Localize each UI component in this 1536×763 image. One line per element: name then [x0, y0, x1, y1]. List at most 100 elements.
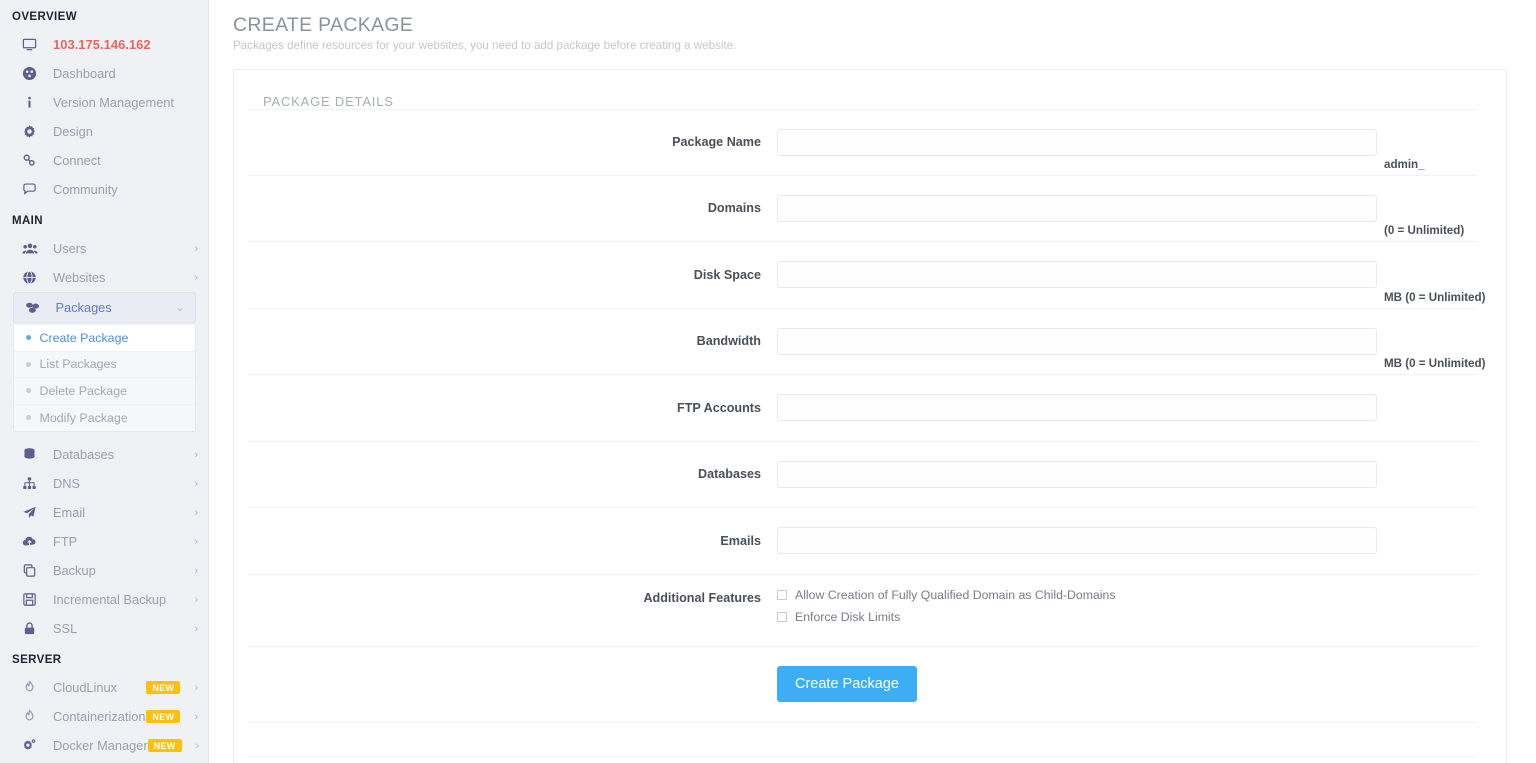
control-package-name [777, 128, 1377, 156]
label-disk-space: Disk Space [693, 267, 761, 282]
sidebar-item-connect[interactable]: Connect [0, 146, 208, 175]
checkbox-label: Allow Creation of Fully Qualified Domain… [795, 587, 1116, 602]
sidebar-item-label: DNS [53, 476, 81, 491]
emails-input[interactable] [777, 527, 1377, 555]
sidebar-item-dns[interactable]: DNS › [0, 469, 208, 498]
sidebar-item-label: Design [53, 124, 93, 139]
field-row-emails: Emails [248, 508, 1477, 575]
field-row-databases: Databases [248, 442, 1477, 508]
suffix-domains: (0 = Unlimited) [1384, 224, 1465, 237]
sidebar-section-overview-title: OVERVIEW [12, 11, 77, 23]
sidebar-item-label: Dashboard [53, 66, 116, 81]
cogs-icon [22, 738, 44, 753]
control-bandwidth [777, 327, 1377, 355]
sidebar-item-ssl[interactable]: SSL › [0, 614, 208, 643]
field-row-package-name: Package Name admin_ [248, 109, 1477, 176]
checkbox-row-enforce-disk-limits[interactable]: Enforce Disk Limits [777, 610, 1477, 624]
sidebar-item-packages[interactable]: Packages ⌄ [12, 292, 196, 323]
sidebar-item-label: Version Management [53, 95, 174, 110]
bullet-icon [25, 415, 31, 421]
sidebar-item-databases[interactable]: Databases › [0, 440, 208, 469]
disk-space-input[interactable] [777, 261, 1377, 289]
label-domains: Domains [707, 201, 761, 216]
sidebar-item-version-management[interactable]: Version Management [0, 88, 208, 117]
sitemap-icon [22, 476, 44, 491]
globe-icon [22, 270, 44, 285]
sidebar-item-incremental-backup[interactable]: Incremental Backup › [0, 585, 208, 614]
suffix-disk-space: MB (0 = Unlimited) [1384, 290, 1486, 304]
info-icon [22, 95, 44, 110]
control-disk-space [777, 261, 1377, 289]
sidebar-item-email[interactable]: Email › [0, 498, 208, 527]
databases-input[interactable] [777, 460, 1377, 488]
sidebar-item-websites[interactable]: Websites › [0, 263, 208, 292]
sidebar-item-docker-manager[interactable]: Docker Manager NEW › [0, 731, 208, 760]
ftp-accounts-input[interactable] [777, 394, 1377, 422]
field-row-domains: Domains (0 = Unlimited) [248, 176, 1477, 242]
control-submit: Create Package [777, 666, 1377, 702]
packages-icon [25, 300, 47, 315]
status-badge-new: NEW [147, 739, 182, 752]
sidebar-item-modify-package[interactable]: Modify Package [13, 404, 195, 431]
chevron-down-icon: ⌄ [175, 302, 185, 314]
flame-icon [22, 709, 44, 724]
sidebar-item-design[interactable]: Design [0, 117, 208, 146]
sidebar-item-delete-package[interactable]: Delete Package [13, 378, 195, 405]
sidebar-item-users[interactable]: Users › [0, 234, 208, 263]
label-databases: Databases [697, 467, 761, 482]
chevron-right-icon: › [195, 739, 200, 752]
bullet-icon [25, 388, 31, 394]
bullet-icon [25, 335, 31, 341]
sidebar-item-server-ip[interactable]: 103.175.146.162 [0, 30, 208, 59]
sidebar-item-cloudlinux[interactable]: CloudLinux NEW › [0, 673, 208, 702]
sidebar-item-label: Docker Manager [53, 738, 148, 753]
sidebar-item-label: 103.175.146.162 [53, 37, 151, 52]
checkbox-enforce-disk-limits[interactable] [777, 611, 787, 622]
package-name-input[interactable] [777, 128, 1377, 156]
field-row-bandwidth: Bandwidth MB (0 = Unlimited) [248, 309, 1485, 375]
package-details-card: PACKAGE DETAILS Package Name admin_ Doma… [233, 69, 1507, 763]
sidebar-item-ftp[interactable]: FTP › [0, 527, 208, 556]
sidebar-item-label: FTP [53, 534, 78, 549]
label-emails: Emails [720, 533, 761, 548]
chevron-right-icon: › [194, 593, 198, 606]
sidebar-item-label: Email [53, 505, 85, 520]
chevron-right-icon: › [194, 535, 198, 548]
label-ftp-accounts: FTP Accounts [677, 400, 761, 415]
sidebar-item-containerization[interactable]: Containerization NEW › [0, 702, 208, 731]
database-icon [22, 447, 44, 462]
domains-input[interactable] [777, 194, 1377, 222]
sidebar-item-community[interactable]: Community [0, 175, 208, 204]
sidebar-item-create-package[interactable]: Create Package [13, 325, 195, 352]
sidebar-item-label: Packages [55, 300, 112, 315]
sidebar-subitem-label: List Packages [39, 357, 117, 372]
sidebar-item-label: Connect [53, 153, 101, 168]
sidebar-item-label: Containerization [53, 709, 146, 724]
users-icon [22, 241, 44, 256]
field-row-ftp-accounts: FTP Accounts [248, 375, 1477, 442]
control-ftp-accounts [777, 394, 1377, 422]
send-icon [22, 505, 44, 520]
field-row-additional-features: Additional Features Allow Creation of Fu… [248, 575, 1477, 647]
sidebar-item-list-packages[interactable]: List Packages [13, 351, 195, 378]
gear-icon [22, 124, 44, 139]
app-root: OVERVIEW 103.175.146.162 Dashboard Versi… [0, 0, 1536, 763]
control-emails [777, 527, 1377, 555]
chevron-right-icon: › [194, 448, 198, 461]
field-row-submit: Create Package [248, 647, 1477, 723]
sidebar-item-backup[interactable]: Backup › [0, 556, 208, 585]
bandwidth-input[interactable] [777, 327, 1377, 355]
sidebar-section-server-title: SERVER [12, 654, 62, 666]
sidebar-item-label: Users [53, 241, 87, 256]
flame-icon [22, 680, 44, 695]
sidebar-item-dashboard[interactable]: Dashboard [0, 59, 208, 88]
control-databases [777, 460, 1377, 488]
lock-icon [22, 621, 44, 636]
checkbox-row-child-domains[interactable]: Allow Creation of Fully Qualified Domain… [777, 588, 1477, 602]
sidebar-submenu-packages: Create Package List Packages Delete Pack… [12, 325, 196, 432]
chevron-right-icon: › [194, 477, 198, 490]
sidebar-item-label: Incremental Backup [53, 592, 167, 607]
create-package-button[interactable]: Create Package [777, 666, 917, 702]
chevron-right-icon: › [194, 681, 198, 694]
checkbox-allow-fqdn-child-domains[interactable] [777, 589, 787, 600]
